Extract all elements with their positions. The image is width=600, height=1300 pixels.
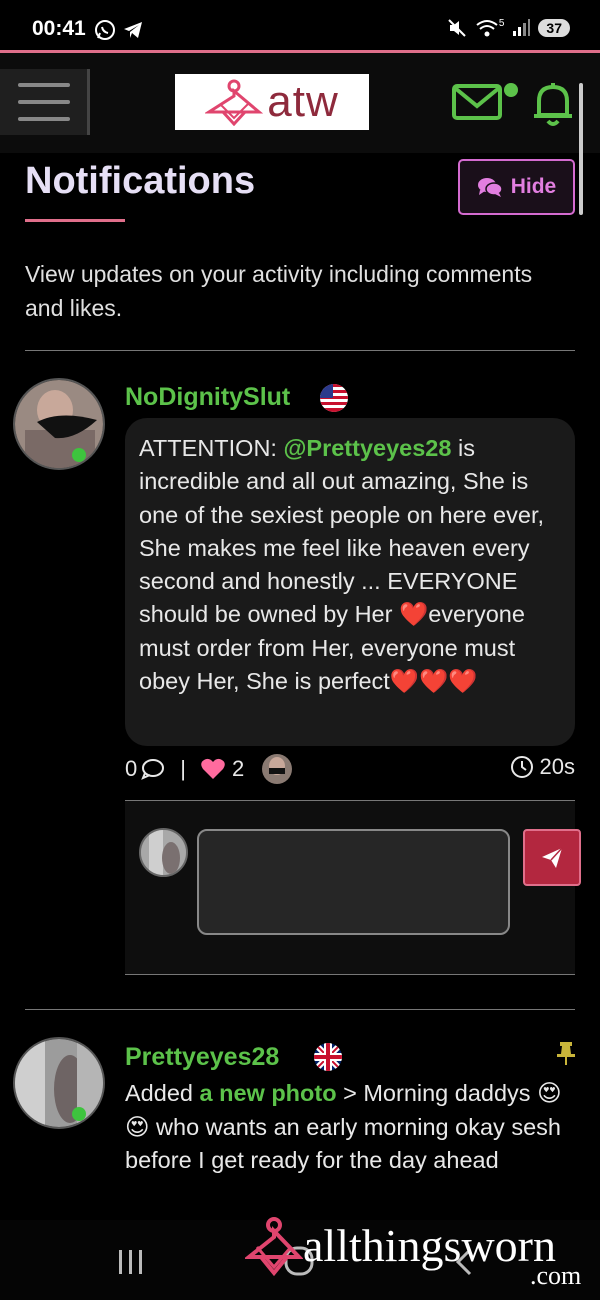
activity-suffix: > Morning daddys — [336, 1080, 538, 1106]
current-user-avatar — [139, 828, 188, 877]
heart-emoji: ❤️ — [398, 601, 429, 628]
username-link[interactable]: Prettyeyes28 — [125, 1043, 279, 1072]
menu-button[interactable] — [0, 69, 90, 135]
hide-button-label: Hide — [510, 175, 557, 198]
page-title: Notifications — [25, 160, 256, 202]
site-logo[interactable]: atw — [175, 74, 369, 130]
mention-link[interactable]: @Prettyeyes28 — [283, 435, 451, 461]
title-underline — [25, 219, 125, 222]
chat-bubbles-icon — [477, 178, 503, 197]
page-description: View updates on your activity including … — [25, 261, 533, 321]
clock: 00:41 — [32, 17, 86, 40]
watermark: allthingsworn .com — [245, 1215, 581, 1290]
activity-prefix: Added — [125, 1080, 200, 1106]
stats-separator: | — [180, 756, 186, 781]
telegram-icon — [124, 22, 142, 38]
post-caption: who wants an early morning okay sesh bef… — [125, 1113, 561, 1174]
messages-icon[interactable] — [452, 82, 520, 122]
online-indicator — [72, 1107, 86, 1121]
reply-form — [125, 800, 581, 975]
paper-plane-icon — [542, 846, 563, 868]
divider — [25, 350, 575, 351]
us-flag-icon — [320, 384, 348, 412]
comment-icon[interactable] — [140, 757, 166, 781]
reply-input[interactable] — [197, 829, 510, 935]
network-label: 5 — [498, 17, 505, 29]
comment-text: ATTENTION: — [139, 435, 284, 461]
send-button[interactable] — [523, 829, 581, 886]
online-indicator — [72, 448, 86, 462]
battery-indicator: 37 — [538, 19, 570, 37]
watermark-suffix: .com — [530, 1261, 582, 1290]
bell-icon[interactable] — [531, 79, 575, 127]
hanger-logo-icon — [205, 79, 264, 126]
reply-count: 0 — [125, 756, 138, 781]
scrollbar[interactable] — [579, 83, 583, 215]
hanger-watermark-icon — [245, 1217, 303, 1277]
status-bar: 00:41 5 37 — [0, 0, 600, 50]
hide-button[interactable]: Hide — [458, 159, 575, 215]
time-ago: 20s — [539, 754, 575, 779]
liker-avatar[interactable] — [262, 754, 293, 784]
timestamp: 20s — [510, 754, 575, 780]
comment-text: is incredible and all out amazing, She i… — [139, 435, 545, 628]
heart-icon[interactable] — [200, 757, 226, 781]
recent-apps-icon[interactable] — [116, 1247, 146, 1277]
avatar[interactable] — [13, 1037, 105, 1129]
avatar[interactable] — [13, 378, 105, 470]
avatar-image — [15, 1039, 103, 1127]
whatsapp-icon — [95, 20, 115, 40]
site-header: atw — [0, 53, 600, 153]
clock-icon — [510, 756, 533, 778]
wifi-icon — [476, 20, 498, 37]
activity-text: Added a new photo > Morning daddys 😍😍 wh… — [125, 1077, 575, 1178]
avatar-image — [15, 380, 103, 468]
username-link[interactable]: NoDignitySlut — [125, 383, 290, 412]
watermark-text: allthingsworn — [303, 1220, 556, 1271]
hearts-emoji: ❤️❤️❤️ — [389, 668, 478, 695]
pin-icon[interactable] — [555, 1040, 577, 1066]
signal-icon — [513, 19, 531, 36]
logo-text: atw — [267, 77, 339, 126]
comment-stats: 0 | 2 — [125, 754, 293, 784]
uk-flag-icon — [314, 1043, 342, 1071]
comment-bubble: ATTENTION: @Prettyeyes28 is incredible a… — [125, 418, 575, 746]
new-photo-link[interactable]: a new photo — [199, 1080, 336, 1106]
like-count: 2 — [231, 756, 245, 781]
mute-icon — [448, 19, 466, 37]
divider — [25, 1009, 575, 1010]
